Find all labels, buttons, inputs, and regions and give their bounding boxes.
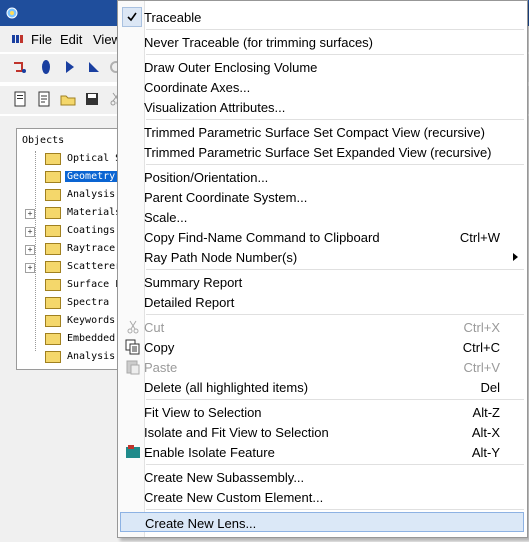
- menu-item-isolate-fit[interactable]: Isolate and Fit View to Selection Alt-X: [120, 422, 524, 442]
- menu-item-detailed-report[interactable]: Detailed Report: [120, 292, 524, 312]
- menu-item-expanded-view[interactable]: Trimmed Parametric Surface Set Expanded …: [120, 142, 524, 162]
- open-folder-icon[interactable]: [60, 91, 76, 107]
- folder-icon: [45, 207, 61, 219]
- menu-item-ray-path[interactable]: Ray Path Node Number(s): [120, 247, 524, 267]
- menu-item-copy-find-name[interactable]: Copy Find-Name Command to Clipboard Ctrl…: [120, 227, 524, 247]
- menu-item-scale[interactable]: Scale...: [120, 207, 524, 227]
- menu-separator: [146, 399, 524, 401]
- submenu-arrow-icon: [513, 253, 518, 261]
- folder-icon: [45, 243, 61, 255]
- menu-item-never-traceable[interactable]: Never Traceable (for trimming surfaces): [120, 32, 524, 52]
- copy-icon: [125, 339, 141, 355]
- tree-item-label: Analysis: [67, 351, 116, 362]
- paste-icon: [125, 359, 141, 375]
- tree-item-label: Coatings: [67, 225, 116, 236]
- tree-item-label: Spectra: [67, 297, 110, 308]
- menu-item-position[interactable]: Position/Orientation...: [120, 167, 524, 187]
- menu-item-enable-isolate[interactable]: Enable Isolate Feature Alt-Y: [120, 442, 524, 462]
- menu-item-parent-cs[interactable]: Parent Coordinate System...: [120, 187, 524, 207]
- menu-item-delete[interactable]: Delete (all highlighted items) Del: [120, 377, 524, 397]
- menu-item-cut[interactable]: Cut Ctrl+X: [120, 317, 524, 337]
- tree-item-label: Materials: [67, 207, 122, 218]
- menu-separator: [146, 509, 524, 511]
- menu-item-visualization[interactable]: Visualization Attributes...: [120, 97, 524, 117]
- folder-icon: [45, 189, 61, 201]
- tree-item-label: Embedded: [67, 333, 116, 344]
- folder-icon: [45, 333, 61, 345]
- menu-separator: [146, 164, 524, 166]
- tree-item-label: Geometry: [65, 171, 118, 182]
- menu-item-summary-report[interactable]: Summary Report: [120, 272, 524, 292]
- app-icon: [5, 6, 19, 20]
- tree-item-label: Keywords: [67, 315, 116, 326]
- isolate-icon: [125, 444, 141, 460]
- menu-item-copy[interactable]: Copy Ctrl+C: [120, 337, 524, 357]
- menu-item-new-custom-element[interactable]: Create New Custom Element...: [120, 487, 524, 507]
- expand-icon[interactable]: +: [25, 227, 35, 237]
- menu-separator: [146, 29, 524, 31]
- menu-separator: [146, 464, 524, 466]
- menu-bar-icon: [12, 33, 26, 45]
- menu-item-draw-outer[interactable]: Draw Outer Enclosing Volume: [120, 57, 524, 77]
- expand-icon[interactable]: +: [25, 209, 35, 219]
- context-menu: Traceable Never Traceable (for trimming …: [117, 0, 528, 538]
- menu-item-new-lens[interactable]: Create New Lens...: [120, 512, 524, 532]
- route-icon[interactable]: [12, 59, 28, 75]
- new-document-icon[interactable]: [12, 91, 28, 107]
- lens-icon[interactable]: [38, 59, 54, 75]
- tree-item-label: Scatterer: [67, 261, 122, 272]
- menu-item-fit-view[interactable]: Fit View to Selection Alt-Z: [120, 402, 524, 422]
- menu-separator: [146, 54, 524, 56]
- menu-item-new-subassembly[interactable]: Create New Subassembly...: [120, 467, 524, 487]
- menu-item-compact-view[interactable]: Trimmed Parametric Surface Set Compact V…: [120, 122, 524, 142]
- tree-item-label: Surface F: [67, 279, 122, 290]
- folder-icon: [45, 153, 61, 165]
- tree-item-label: Analysis: [67, 189, 116, 200]
- menu-file[interactable]: File: [31, 32, 52, 47]
- tree-item-label: Raytrace: [67, 243, 116, 254]
- menu-item-coordinate-axes[interactable]: Coordinate Axes...: [120, 77, 524, 97]
- menu-item-paste[interactable]: Paste Ctrl+V: [120, 357, 524, 377]
- menu-edit[interactable]: Edit: [60, 32, 82, 47]
- folder-icon: [45, 279, 61, 291]
- check-icon: [122, 7, 142, 27]
- menu-separator: [146, 119, 524, 121]
- folder-icon: [45, 225, 61, 237]
- menu-item-traceable[interactable]: Traceable: [120, 7, 524, 27]
- expand-icon[interactable]: +: [25, 245, 35, 255]
- folder-icon: [45, 351, 61, 363]
- prism-icon[interactable]: [86, 59, 102, 75]
- folder-icon: [45, 315, 61, 327]
- expand-icon[interactable]: +: [25, 263, 35, 273]
- mirror-icon[interactable]: [62, 59, 78, 75]
- scissors-icon: [125, 319, 141, 335]
- tree-item-label: Optical S: [67, 153, 122, 164]
- save-icon[interactable]: [84, 91, 100, 107]
- menu-separator: [146, 269, 524, 271]
- tree-header: Objects: [22, 135, 65, 146]
- folder-icon: [45, 171, 61, 183]
- edit-document-icon[interactable]: [36, 91, 52, 107]
- menu-separator: [146, 314, 524, 316]
- folder-icon: [45, 297, 61, 309]
- folder-icon: [45, 261, 61, 273]
